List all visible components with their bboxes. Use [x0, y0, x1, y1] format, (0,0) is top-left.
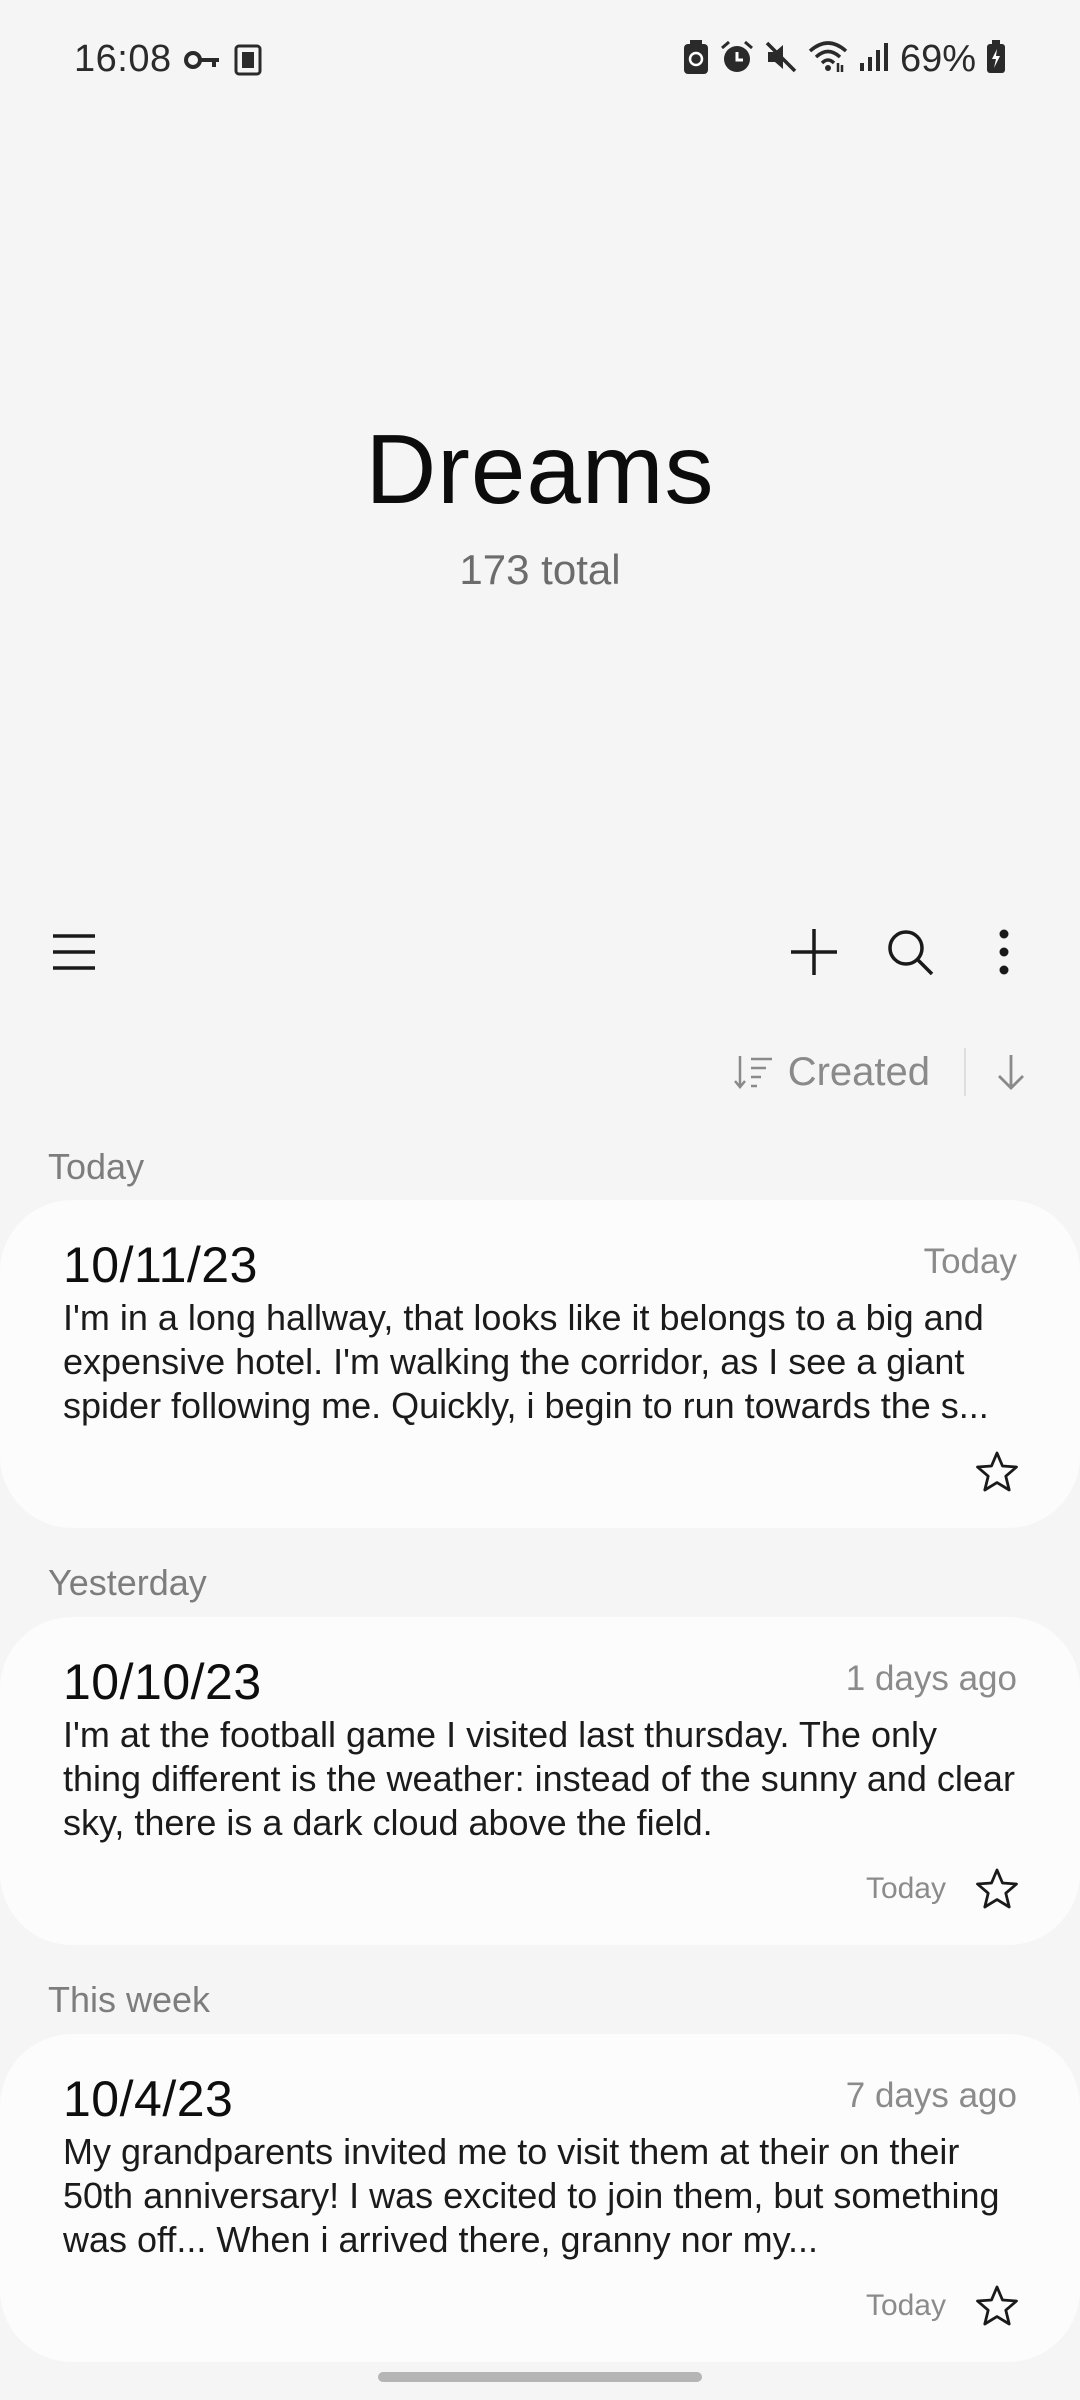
sort-row: Created — [733, 1040, 1026, 1104]
battery-saver-icon — [682, 40, 710, 79]
section-label-yesterday: Yesterday — [48, 1562, 207, 1603]
more-options-button[interactable] — [972, 920, 1036, 984]
note-title: 10/4/23 — [63, 2071, 234, 2127]
favorite-button[interactable] — [974, 1450, 1020, 1494]
note-card[interactable]: 10/10/23 1 days ago I'm at the football … — [0, 1617, 1080, 1945]
star-icon — [976, 1868, 1018, 1909]
note-footer — [974, 1450, 1020, 1494]
note-title: 10/11/23 — [63, 1237, 258, 1293]
note-relative-date: Today — [923, 1242, 1017, 1281]
note-preview: I'm at the football game I visited last … — [63, 1714, 1015, 1843]
menu-icon — [53, 934, 95, 970]
favorite-button[interactable] — [974, 1867, 1020, 1911]
note-relative-date: 7 days ago — [845, 2076, 1017, 2115]
arrow-down-icon — [998, 1055, 1024, 1090]
note-footer: Today — [866, 1867, 1020, 1911]
status-left-icons — [184, 44, 262, 81]
mute-icon — [764, 40, 798, 79]
more-icon — [999, 929, 1009, 975]
title-area: Dreams 173 total — [0, 420, 1080, 594]
add-note-button[interactable] — [782, 920, 846, 984]
note-footer: Today — [866, 2284, 1020, 2328]
note-count: 173 total — [459, 546, 621, 593]
sort-icon — [733, 1056, 772, 1089]
note-modified-date: Today — [865, 1872, 946, 1905]
note-card[interactable]: 10/11/23 Today I'm in a long hallway, th… — [0, 1200, 1080, 1528]
alarm-icon — [720, 40, 754, 79]
toolbar — [0, 900, 1080, 1000]
note-relative-date: 1 days ago — [845, 1659, 1017, 1698]
note-modified-date: Today — [865, 2289, 946, 2322]
section-label-this-week: This week — [48, 1979, 211, 2020]
status-right: 69% — [682, 38, 1006, 81]
note-preview: My grandparents invited me to visit them… — [63, 2131, 1000, 2260]
search-button[interactable] — [878, 920, 942, 984]
note-preview: I'm in a long hallway, that looks like i… — [63, 1297, 989, 1426]
note-title: 10/10/23 — [63, 1654, 262, 1710]
status-time: 16:08 — [74, 38, 172, 80]
key-icon — [184, 49, 220, 76]
k-app-icon — [234, 44, 262, 81]
battery-percent: 69% — [899, 38, 976, 80]
search-icon — [888, 930, 934, 976]
note-card[interactable]: 10/4/23 7 days ago My grandparents invit… — [0, 2034, 1080, 2362]
sort-by-button[interactable]: Created — [733, 1049, 930, 1095]
signal-icon — [858, 41, 890, 78]
section-label-today: Today — [48, 1146, 145, 1187]
home-gesture-bar[interactable] — [378, 2372, 702, 2382]
wifi-icon — [808, 41, 848, 78]
status-bar: 16:08 69% — [0, 0, 1080, 120]
star-icon — [976, 1451, 1018, 1492]
star-icon — [976, 2285, 1018, 2326]
page-title: Dreams — [365, 414, 715, 524]
sort-direction-button[interactable] — [996, 1053, 1026, 1091]
battery-icon — [986, 40, 1006, 79]
menu-button[interactable] — [42, 920, 106, 984]
sort-label: Created — [787, 1049, 930, 1094]
add-icon — [791, 929, 837, 975]
favorite-button[interactable] — [974, 2284, 1020, 2328]
sort-divider — [964, 1048, 966, 1096]
